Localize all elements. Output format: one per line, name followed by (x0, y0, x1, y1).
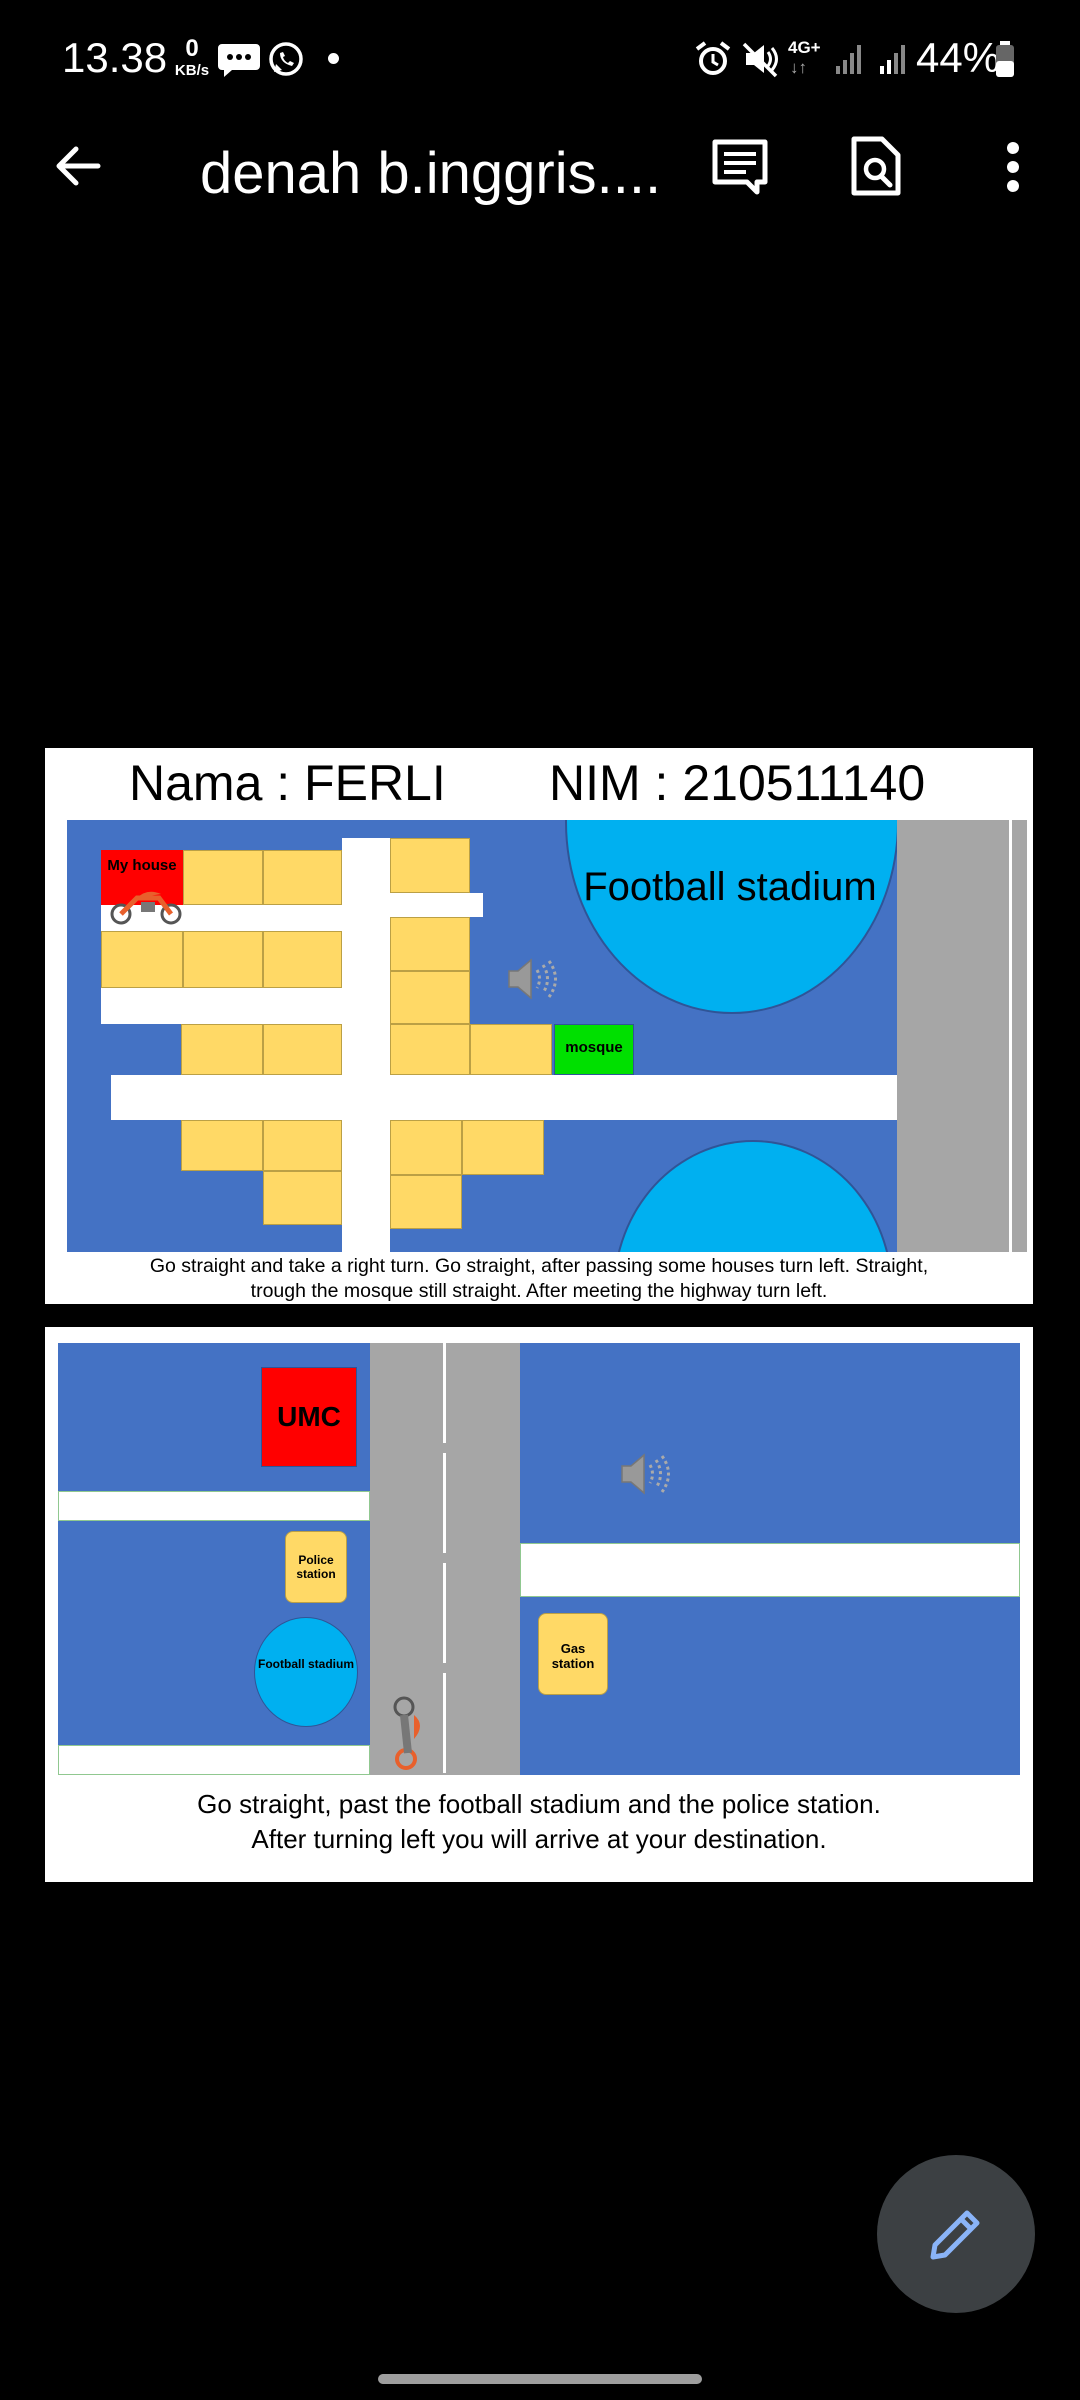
document-title: denah b.inggris.... (200, 141, 662, 206)
house (263, 1120, 342, 1171)
message-notification-icon (218, 44, 260, 77)
main-road (111, 1075, 897, 1120)
speaker-icon[interactable] (505, 956, 557, 1002)
highway (897, 820, 1027, 1252)
gesture-nav-bar[interactable] (378, 2374, 702, 2384)
whatsapp-icon (269, 42, 303, 76)
back-arrow-icon[interactable] (52, 141, 102, 191)
more-vert-icon[interactable] (998, 140, 1028, 194)
house (263, 931, 342, 988)
battery-icon (996, 41, 1014, 77)
house (183, 931, 263, 988)
gas-label: Gas station (551, 1641, 595, 1671)
road-right (520, 1543, 1020, 1597)
slide-2[interactable]: UMC Police station Football stadium Gas … (45, 1327, 1033, 1882)
caption-line-2: After turning left you will arrive at yo… (251, 1824, 827, 1854)
map-area-2: UMC Police station Football stadium Gas … (58, 1343, 1020, 1775)
speaker-icon[interactable] (618, 1451, 670, 1497)
data-rate: 0 KB/s (170, 35, 214, 82)
house (181, 1120, 263, 1171)
house (462, 1120, 544, 1175)
comment-icon[interactable] (710, 137, 770, 195)
signal-icon (836, 45, 905, 74)
mute-icon (742, 42, 778, 78)
house (263, 1024, 342, 1075)
road-upper-left (58, 1491, 370, 1521)
highway-lane-line (1009, 820, 1012, 1252)
house (390, 971, 470, 1024)
house (390, 1175, 462, 1229)
police-label: Police station (296, 1553, 336, 1581)
caption-line-2: trough the mosque still straight. After … (250, 1280, 828, 1302)
stadium-label: Football stadium (258, 1657, 354, 1671)
alarm-icon (695, 41, 731, 75)
status-bar: 13.38 0 KB/s 4G+ ↓↑ 44% (0, 0, 1080, 120)
house (470, 1024, 552, 1075)
stadium-bottom (613, 1140, 893, 1252)
caption-line-1: Go straight, past the football stadium a… (197, 1789, 881, 1819)
name-label: Nama : FERLI (129, 755, 446, 811)
nim-label: NIM : 210511140 (549, 755, 926, 811)
football-stadium (565, 820, 899, 1014)
house (263, 1171, 342, 1225)
notification-dot (328, 53, 339, 64)
house (390, 838, 470, 893)
slide-1[interactable]: Nama : FERLI NIM : 210511140 Football st… (45, 748, 1033, 1304)
house (263, 850, 342, 905)
house (390, 917, 470, 971)
map-area-1: Football stadium My house mosque (67, 820, 1027, 1252)
house (183, 850, 263, 905)
mosque-label: mosque (565, 1039, 623, 1056)
data-rate-value: 0 (185, 35, 199, 62)
umc-label: UMC (277, 1401, 341, 1432)
house (390, 1024, 470, 1075)
motorcycle-icon (393, 1696, 420, 1770)
stadium-label: Football stadium (583, 865, 877, 909)
caption-line-1: Go straight and take a right turn. Go st… (149, 1255, 929, 1277)
vertical-road (342, 838, 390, 1252)
side-road (101, 988, 342, 1024)
status-time: 13.38 (62, 34, 168, 81)
highway-lane-line (443, 1343, 446, 1775)
edit-button[interactable] (877, 2155, 1035, 2313)
house (181, 1024, 263, 1075)
football-stadium (254, 1617, 358, 1727)
house (390, 1120, 462, 1175)
road-lower-left (58, 1745, 370, 1775)
my-house-label: My house (107, 857, 177, 874)
data-arrows: ↓↑ (790, 58, 807, 77)
data-rate-unit: KB/s (174, 62, 210, 79)
battery-percent: 44% (916, 34, 1001, 81)
edit-pencil-icon (930, 2210, 980, 2260)
branch-road (390, 893, 483, 917)
house (101, 931, 183, 988)
motorcycle-icon (110, 891, 182, 925)
search-document-icon[interactable] (850, 135, 902, 197)
network-type: 4G+ (788, 38, 821, 57)
